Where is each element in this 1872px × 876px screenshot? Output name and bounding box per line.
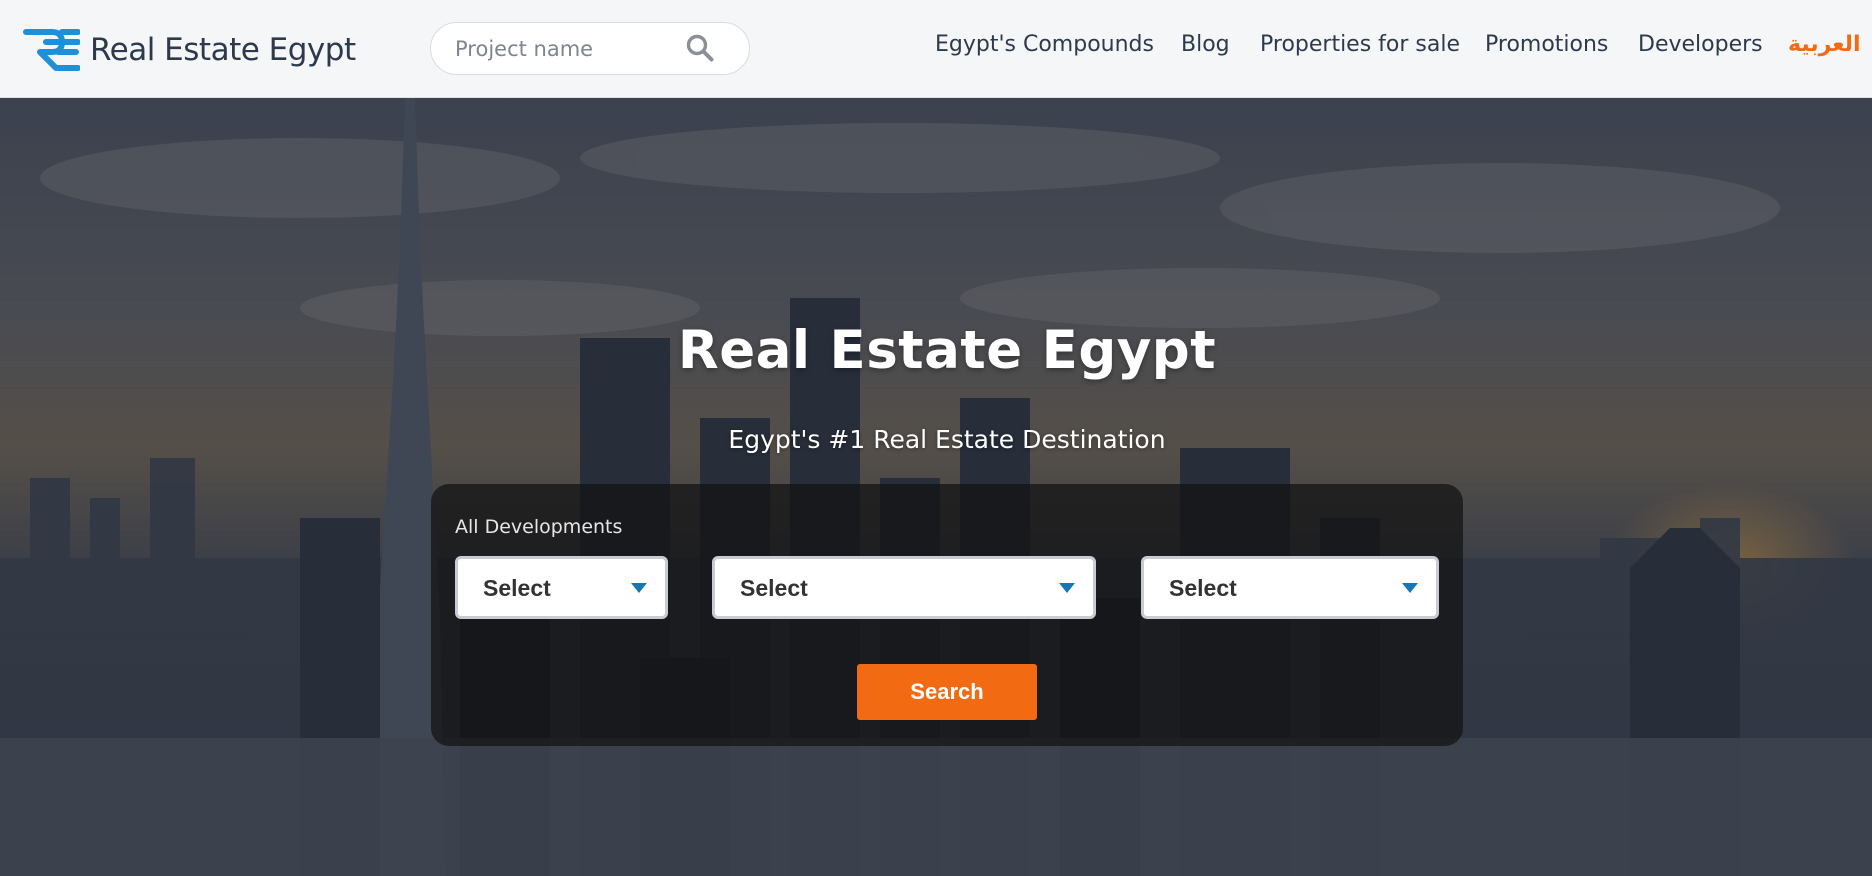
hero-subtitle: Egypt's #1 Real Estate Destination <box>728 425 1166 454</box>
select-area[interactable]: Select <box>455 556 668 619</box>
logo-text: Real Estate Egypt <box>90 32 356 68</box>
hero-title: Real Estate Egypt <box>677 320 1217 381</box>
site-logo[interactable]: Real Estate Egypt <box>22 28 356 72</box>
project-search-input[interactable] <box>455 34 675 64</box>
select-value: Select <box>483 575 551 601</box>
select-value: Select <box>740 575 808 601</box>
nav-egypts-compounds[interactable]: Egypt's Compounds <box>935 32 1154 57</box>
caret-down-icon <box>1059 583 1075 593</box>
select-property-type[interactable]: Select <box>1141 556 1439 619</box>
hero-section: Real Estate Egypt Egypt's #1 Real Estate… <box>0 98 1872 876</box>
nav-developers[interactable]: Developers <box>1638 32 1763 57</box>
caret-down-icon <box>1402 583 1418 593</box>
all-developments-label: All Developments <box>455 516 623 538</box>
nav-promotions[interactable]: Promotions <box>1485 32 1608 57</box>
caret-down-icon <box>631 583 647 593</box>
nav-properties-for-sale[interactable]: Properties for sale <box>1260 32 1460 57</box>
select-value: Select <box>1169 575 1237 601</box>
search-icon[interactable] <box>686 34 714 62</box>
select-project[interactable]: Select <box>712 556 1096 619</box>
nav-blog[interactable]: Blog <box>1181 32 1230 57</box>
site-header: Real Estate Egypt Egypt's Compounds Blog… <box>0 0 1872 98</box>
search-panel: All Developments Select Select Select Se… <box>431 484 1463 746</box>
logo-mark-icon <box>23 29 80 71</box>
nav-language-arabic[interactable]: العربية <box>1788 32 1861 57</box>
search-button[interactable]: Search <box>857 664 1037 720</box>
